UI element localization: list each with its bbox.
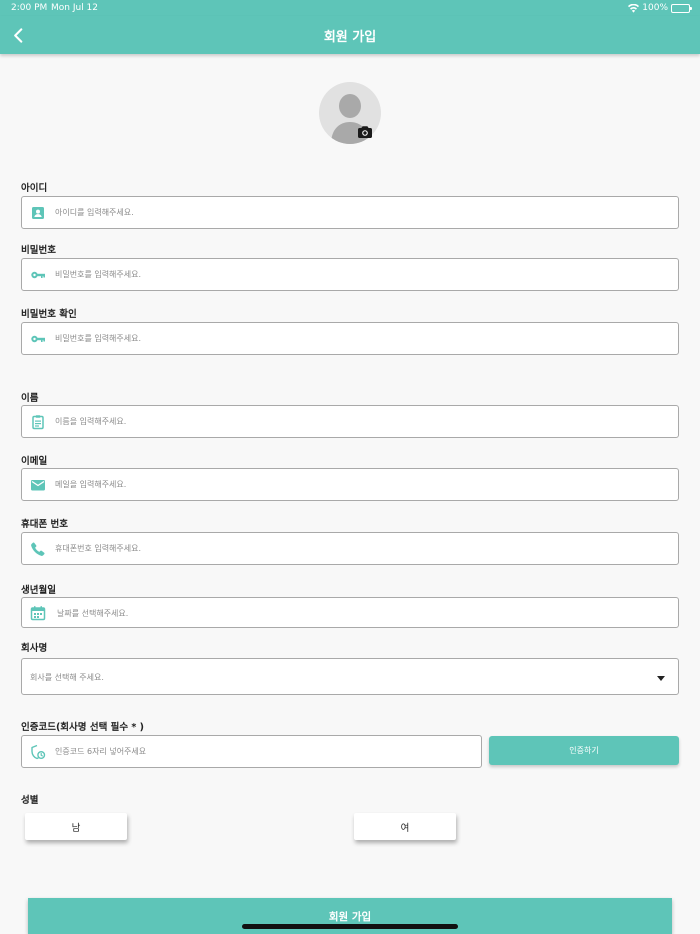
password-placeholder: 비밀번호를 입력해주세요. [55,270,142,279]
person-icon [32,207,44,219]
company-label: 회사명 [21,643,48,654]
clipboard-icon [32,415,44,430]
phone-icon [31,542,45,556]
phone-label: 휴대폰 번호 [21,519,69,530]
key-icon [31,335,45,343]
birthdate-picker[interactable]: 날짜를 선택해주세요. [21,597,679,628]
status-time: 2:00 PM [11,3,48,13]
shield-icon [31,744,46,760]
birthdate-placeholder: 날짜를 선택해주세요. [57,609,129,618]
name-input[interactable]: 이름을 입력해주세요. [21,405,679,438]
password-label: 비밀번호 [21,245,56,256]
auth-code-placeholder: 인증코드 6자리 넣어주세요 [55,747,147,756]
name-label: 이름 [21,393,39,404]
page-title: 회원 가입 [323,30,377,45]
auth-code-label: 인증코드(회사명 선택 필수 * ) [21,722,145,733]
password-input[interactable]: 비밀번호를 입력해주세요. [21,258,679,291]
camera-icon[interactable] [357,124,373,140]
gender-male-button[interactable]: 남 [25,813,127,840]
name-placeholder: 이름을 입력해주세요. [55,417,127,426]
status-bar: 2:00 PM Mon Jul 12 100% [0,0,700,16]
gender-label: 성별 [21,795,39,806]
email-label: 이메일 [21,456,48,467]
calendar-icon [30,606,46,621]
key-icon [31,271,45,279]
email-placeholder: 메일을 입력해주세요. [55,480,127,489]
wifi-icon [628,3,640,13]
password-confirm-label: 비밀번호 확인 [21,309,77,320]
id-placeholder: 아이디를 입력해주세요. [55,208,134,217]
battery-icon [671,3,692,13]
company-placeholder: 회사를 선택해 주세요. [30,673,104,682]
status-right: 100% [628,3,692,13]
id-input[interactable]: 아이디를 입력해주세요. [21,196,679,229]
home-indicator [242,924,458,929]
company-select[interactable]: 회사를 선택해 주세요. [21,658,679,695]
gender-female-button[interactable]: 여 [354,813,456,840]
id-label: 아이디 [21,183,48,194]
password-confirm-input[interactable]: 비밀번호를 입력해주세요. [21,322,679,355]
birthdate-label: 생년월일 [21,585,56,596]
status-date: Mon Jul 12 [51,3,99,13]
phone-placeholder: 휴대폰번호 입력해주세요. [55,544,142,553]
mail-icon [31,480,45,491]
password-confirm-placeholder: 비밀번호를 입력해주세요. [55,334,142,343]
dropdown-caret-icon [657,676,665,681]
nav-bar: 회원 가입 [0,16,700,54]
auth-code-input[interactable]: 인증코드 6자리 넣어주세요 [21,735,482,768]
profile-photo-picker[interactable] [319,82,381,144]
phone-input[interactable]: 휴대폰번호 입력해주세요. [21,532,679,565]
email-input[interactable]: 메일을 입력해주세요. [21,468,679,501]
verify-button[interactable]: 인증하기 [489,736,679,765]
battery-percent: 100% [642,3,668,13]
